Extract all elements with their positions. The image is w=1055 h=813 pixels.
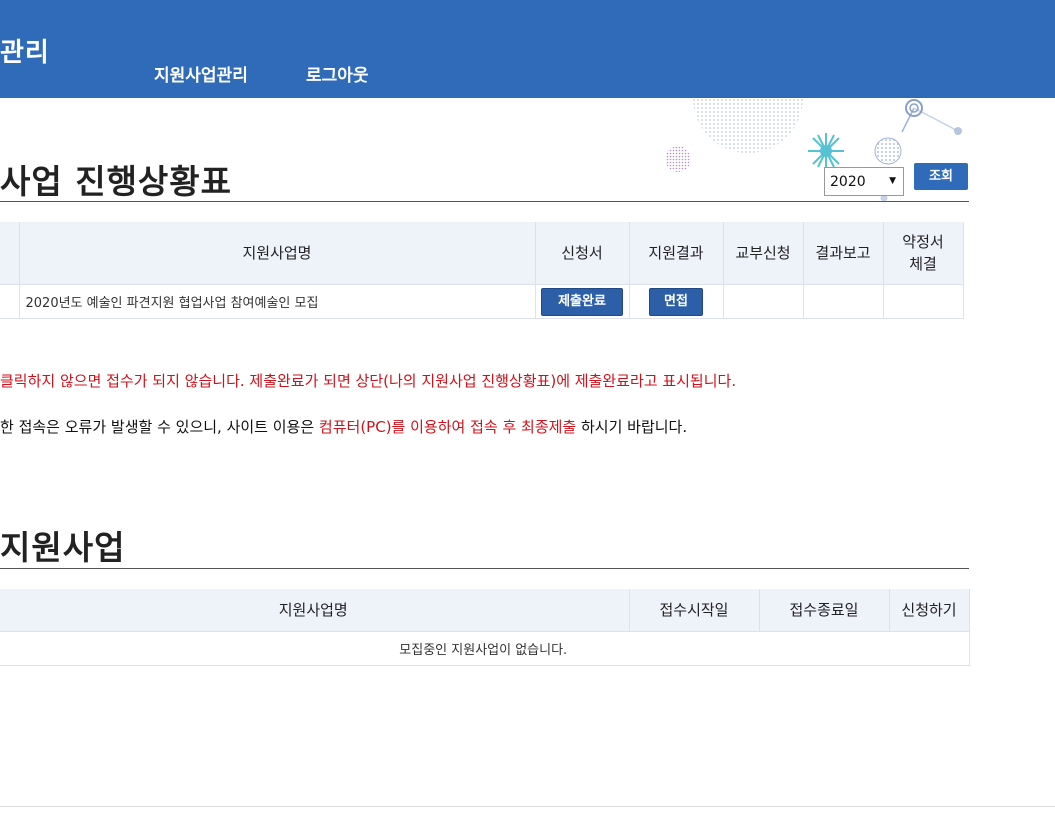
section-divider xyxy=(0,201,969,202)
agreement-cell xyxy=(883,284,964,319)
table-header-cell xyxy=(0,222,20,285)
interview-button[interactable]: 면접 xyxy=(649,287,703,316)
submitted-button[interactable]: 제출완료 xyxy=(541,287,623,316)
empty-message: 모집중인 지원사업이 없습니다. xyxy=(0,631,970,666)
progress-section-title: 사업 진행상황표 xyxy=(0,162,233,201)
col-application: 신청서 xyxy=(535,222,630,285)
table-header-row: 지원사업명 신청서 지원결과 교부신청 결과보고 약정서 체결 xyxy=(0,222,964,285)
nav-logout[interactable]: 로그아웃 xyxy=(306,61,369,86)
result-cell: 면접 xyxy=(629,284,724,319)
col-agreement-line2: 체결 xyxy=(909,255,937,273)
col-grant-request: 교부신청 xyxy=(723,222,804,285)
table-row: 모집중인 지원사업이 없습니다. xyxy=(0,631,970,666)
col-program-name: 지원사업명 xyxy=(19,222,536,285)
notice-pc-highlight: 컴퓨터(PC)를 이용하여 접속 후 최종제출 xyxy=(318,418,577,436)
col-agreement: 약정서 체결 xyxy=(883,222,964,285)
notice-pc-suffix: 하시기 바랍니다. xyxy=(576,418,688,436)
table-cell xyxy=(0,284,20,319)
programs-section-title: 지원사업 xyxy=(0,528,126,567)
notice-pc-recommendation: 한 접속은 오류가 발생할 수 있으니, 사이트 이용은 컴퓨터(PC)를 이용… xyxy=(0,416,687,437)
result-report-cell xyxy=(803,284,884,319)
year-select-value: 2020 xyxy=(830,174,866,190)
section-divider xyxy=(0,568,969,569)
top-header: 관리 지원사업관리 로그아웃 xyxy=(0,0,1055,98)
col-agreement-line1: 약정서 xyxy=(902,233,944,251)
table-header-row: 지원사업명 접수시작일 접수종료일 신청하기 xyxy=(0,589,970,632)
notice-submit-warning: 클릭하지 않으면 접수가 되지 않습니다. 제출완료가 되면 상단(나의 지원사… xyxy=(0,372,737,390)
notice-pc-prefix: 한 접속은 오류가 발생할 수 있으니, 사이트 이용은 xyxy=(0,418,319,436)
nav-support-management[interactable]: 지원사업관리 xyxy=(154,61,248,86)
col-program-name: 지원사업명 xyxy=(0,589,630,632)
footer-divider xyxy=(0,806,1055,807)
program-name-cell: 2020년도 예술인 파견지원 협업사업 참여예술인 모집 xyxy=(19,284,536,319)
year-select[interactable]: 2020 ▼ xyxy=(824,167,904,196)
chevron-down-icon: ▼ xyxy=(889,176,896,186)
grant-request-cell xyxy=(723,284,804,319)
col-result: 지원결과 xyxy=(629,222,724,285)
programs-table: 지원사업명 접수시작일 접수종료일 신청하기 모집중인 지원사업이 없습니다. xyxy=(0,589,970,666)
col-start-date: 접수시작일 xyxy=(629,589,760,632)
search-button[interactable]: 조회 xyxy=(914,163,968,190)
progress-table: 지원사업명 신청서 지원결과 교부신청 결과보고 약정서 체결 2020년도 예… xyxy=(0,222,964,319)
col-end-date: 접수종료일 xyxy=(759,589,890,632)
col-result-report: 결과보고 xyxy=(803,222,884,285)
application-cell: 제출완료 xyxy=(535,284,630,319)
site-logo[interactable]: 관리 xyxy=(0,32,50,69)
col-apply: 신청하기 xyxy=(889,589,970,632)
table-row: 2020년도 예술인 파견지원 협업사업 참여예술인 모집 제출완료 면접 xyxy=(0,284,964,319)
decorative-molecule-graphic xyxy=(665,98,962,202)
